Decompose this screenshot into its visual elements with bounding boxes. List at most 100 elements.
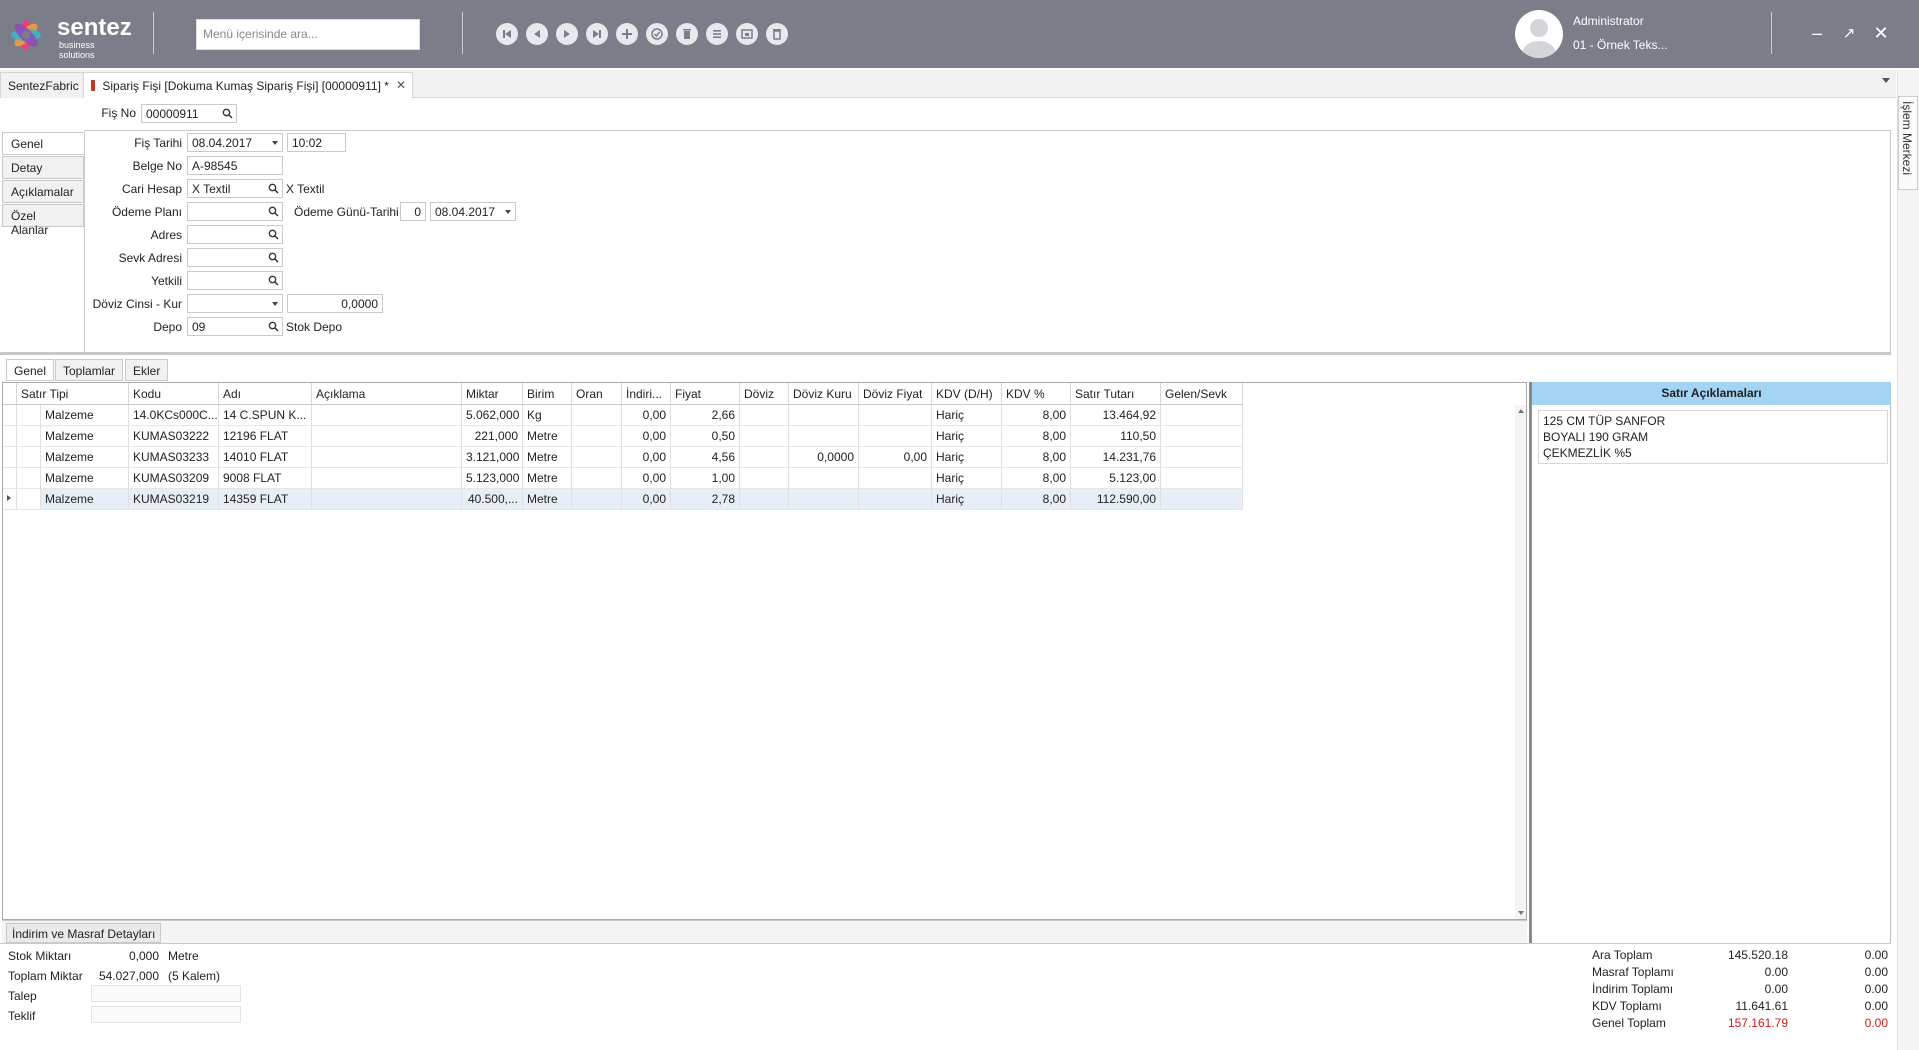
column-header-adi[interactable]: Adı <box>219 383 312 405</box>
order-lines-grid[interactable]: Satır Tipi Kodu Adı Açıklama Miktar Birim Oran… <box>2 382 1527 920</box>
cell-kodu[interactable]: KUMAS03222 <box>129 426 219 447</box>
column-header-kdv-yuzde[interactable]: KDV % <box>1002 383 1071 405</box>
cell-aciklama[interactable] <box>312 426 462 447</box>
cell-aciklama[interactable] <box>312 405 462 426</box>
column-header-doviz-kuru[interactable]: Döviz Kuru <box>789 383 859 405</box>
cell-fiyat[interactable]: 0,50 <box>671 426 740 447</box>
approve-icon[interactable] <box>646 23 668 45</box>
panel-splitter[interactable] <box>0 352 1891 355</box>
row-selector[interactable] <box>3 468 17 489</box>
cell-adi[interactable]: 9008 FLAT <box>219 468 312 489</box>
cell-indirim[interactable]: 0,00 <box>622 405 671 426</box>
cell-kdv-dh[interactable]: Hariç <box>932 489 1002 510</box>
cell-oran[interactable] <box>572 405 622 426</box>
lookup-icon[interactable] <box>268 183 279 194</box>
cell-satir-tipi[interactable]: Malzeme <box>41 468 129 489</box>
cell-adi[interactable]: 12196 FLAT <box>219 426 312 447</box>
cell-indirim[interactable]: 0,00 <box>622 426 671 447</box>
sevk-adresi-field[interactable] <box>187 248 283 267</box>
cell-indirim[interactable]: 0,00 <box>622 447 671 468</box>
cell-kdv-dh[interactable]: Hariç <box>932 447 1002 468</box>
cell-kdv-yuzde[interactable]: 8,00 <box>1002 405 1071 426</box>
last-record-icon[interactable] <box>586 23 608 45</box>
line-notes-text[interactable]: 125 CM TÜP SANFOR BOYALI 190 GRAM ÇEKMEZ… <box>1538 410 1888 464</box>
cell-doviz-fiyat[interactable] <box>859 468 932 489</box>
lookup-icon[interactable] <box>268 275 279 286</box>
user-avatar[interactable] <box>1515 10 1563 58</box>
cell-adi[interactable]: 14359 FLAT <box>219 489 312 510</box>
print-preview-icon[interactable] <box>736 23 758 45</box>
cell-fiyat[interactable]: 2,78 <box>671 489 740 510</box>
column-header-aciklama[interactable]: Açıklama <box>312 383 462 405</box>
lookup-icon[interactable] <box>268 321 279 332</box>
cell-aciklama[interactable] <box>312 489 462 510</box>
close-tab-icon[interactable]: ✕ <box>396 78 406 92</box>
fis-no-field[interactable]: 00000911 <box>141 104 237 123</box>
cell-gelen-sevk[interactable] <box>1161 468 1243 489</box>
yetkili-field[interactable] <box>187 271 283 290</box>
previous-record-icon[interactable] <box>526 23 548 45</box>
cell-doviz-kuru[interactable] <box>789 405 859 426</box>
cell-satir-tutari[interactable]: 112.590,00 <box>1071 489 1161 510</box>
column-header-kodu[interactable]: Kodu <box>129 383 219 405</box>
cell-indirim[interactable]: 0,00 <box>622 489 671 510</box>
adres-field[interactable] <box>187 225 283 244</box>
cell-kodu[interactable]: 14.0KCs000C... <box>129 405 219 426</box>
tab-list-chevron-icon[interactable] <box>1882 78 1890 83</box>
islem-merkezi-tab[interactable]: İşlem Merkezi <box>1898 96 1918 190</box>
column-header-satir-tutari[interactable]: Satır Tutarı <box>1071 383 1161 405</box>
cell-kdv-dh[interactable]: Hariç <box>932 405 1002 426</box>
cell-kodu[interactable]: KUMAS03219 <box>129 489 219 510</box>
trash-icon[interactable] <box>766 23 788 45</box>
cell-fiyat[interactable]: 1,00 <box>671 468 740 489</box>
cell-doviz[interactable] <box>740 447 789 468</box>
cell-gelen-sevk[interactable] <box>1161 489 1243 510</box>
cell-doviz-kuru[interactable] <box>789 426 859 447</box>
row-selector[interactable] <box>3 489 17 510</box>
belge-no-field[interactable]: A-98545 <box>187 156 283 175</box>
cell-kdv-yuzde[interactable]: 8,00 <box>1002 447 1071 468</box>
cell-satir-tipi[interactable]: Malzeme <box>41 489 129 510</box>
cell-kdv-yuzde[interactable]: 8,00 <box>1002 426 1071 447</box>
column-header-birim[interactable]: Birim <box>523 383 572 405</box>
column-header-fiyat[interactable]: Fiyat <box>671 383 740 405</box>
cell-birim[interactable]: Kg <box>523 405 572 426</box>
add-icon[interactable] <box>616 23 638 45</box>
cell-gelen-sevk[interactable] <box>1161 426 1243 447</box>
cell-kdv-dh[interactable]: Hariç <box>932 468 1002 489</box>
cell-satir-tutari[interactable]: 110,50 <box>1071 426 1161 447</box>
tab-ozel-alanlar[interactable]: Özel Alanlar <box>2 204 84 237</box>
column-header-doviz[interactable]: Döviz <box>740 383 789 405</box>
cell-kdv-yuzde[interactable]: 8,00 <box>1002 489 1071 510</box>
cell-miktar[interactable]: 5.062,000 <box>462 405 523 426</box>
depo-field[interactable]: 09 <box>187 317 283 336</box>
row-selector[interactable] <box>3 447 17 468</box>
cell-gelen-sevk[interactable] <box>1161 405 1243 426</box>
cell-indirim[interactable]: 0,00 <box>622 468 671 489</box>
row-selector[interactable] <box>3 405 17 426</box>
lookup-icon[interactable] <box>268 206 279 217</box>
cell-oran[interactable] <box>572 489 622 510</box>
column-header-miktar[interactable]: Miktar <box>462 383 523 405</box>
scroll-up-icon[interactable] <box>1518 409 1524 413</box>
tab-grid-toplamlar[interactable]: Toplamlar <box>55 359 124 381</box>
cell-birim[interactable]: Metre <box>523 468 572 489</box>
cell-satir-tutari[interactable]: 14.231,76 <box>1071 447 1161 468</box>
cell-kodu[interactable]: KUMAS03233 <box>129 447 219 468</box>
row-selector[interactable] <box>3 426 17 447</box>
scroll-down-icon[interactable] <box>1518 911 1524 915</box>
cari-hesap-field[interactable]: X Textil <box>187 179 283 198</box>
cell-oran[interactable] <box>572 468 622 489</box>
cell-aciklama[interactable] <box>312 447 462 468</box>
cell-adi[interactable]: 14 C.SPUN K... <box>219 405 312 426</box>
company-name[interactable]: 01 - Örnek Teks... <box>1573 38 1667 52</box>
cell-doviz-kuru[interactable] <box>789 468 859 489</box>
cell-satir-tipi[interactable]: Malzeme <box>41 405 129 426</box>
tab-genel[interactable]: Genel <box>2 132 84 155</box>
discount-details-button[interactable]: İndirim ve Masraf Detayları <box>6 923 162 943</box>
delete-icon[interactable] <box>676 23 698 45</box>
maximize-icon[interactable]: ↗ <box>1838 22 1860 44</box>
cell-doviz-kuru[interactable] <box>789 489 859 510</box>
cell-doviz[interactable] <box>740 405 789 426</box>
column-header-oran[interactable]: Oran <box>572 383 622 405</box>
